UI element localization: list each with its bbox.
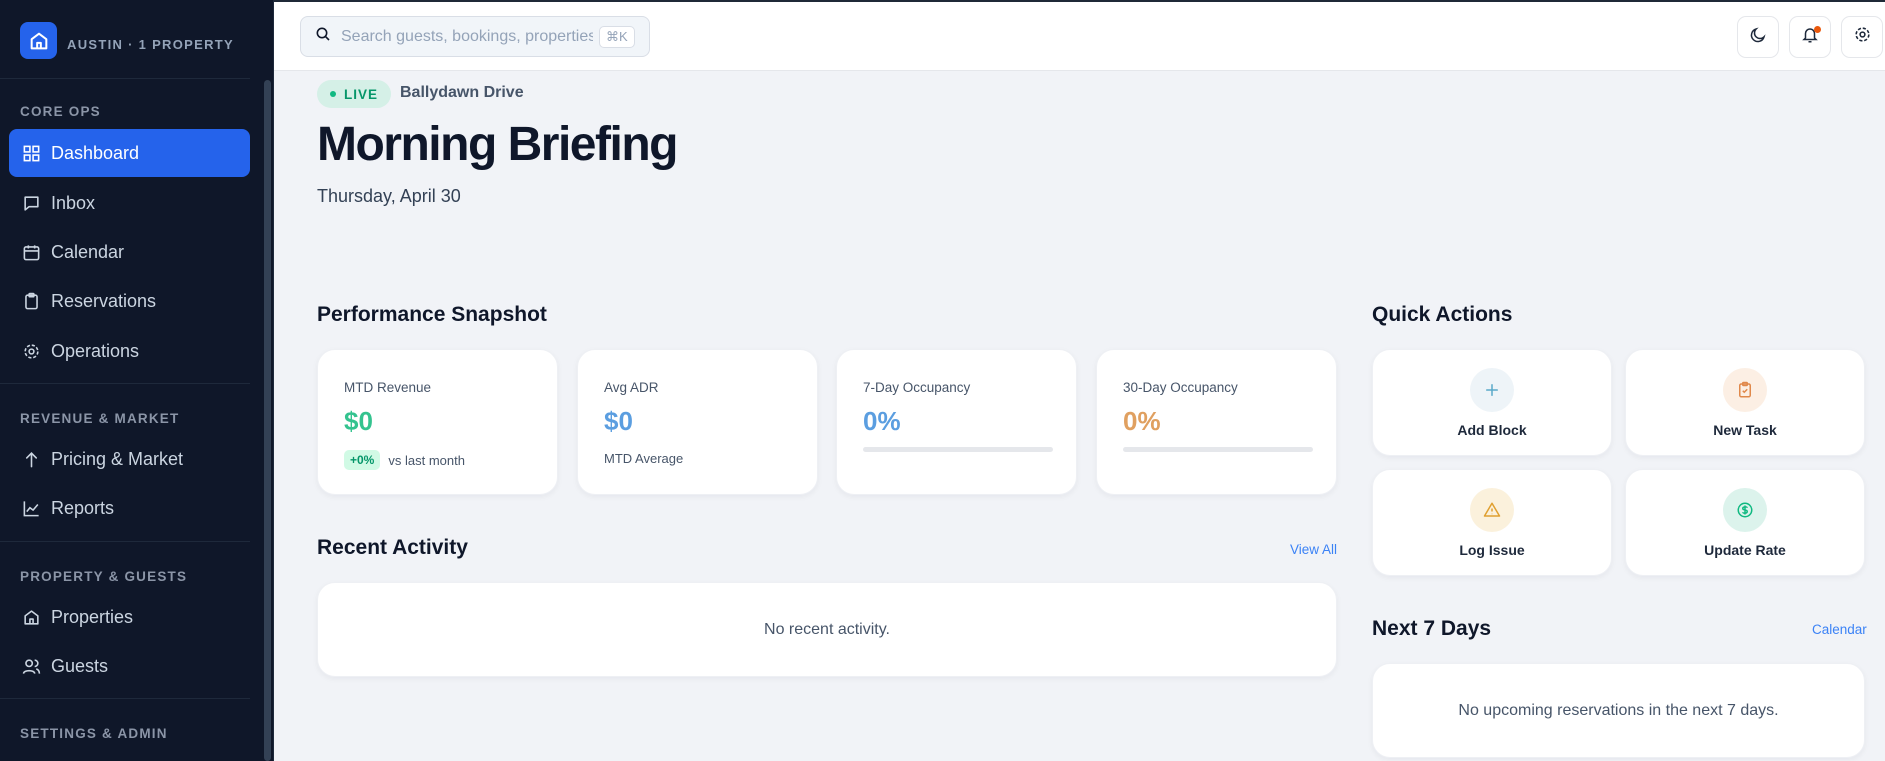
moon-icon [1749,26,1767,49]
users-icon [21,656,41,676]
sidebar-item-label: Inbox [51,192,96,213]
sidebar-item-reports[interactable]: Reports [9,484,250,532]
stat-card-7day-occupancy: 7-Day Occupancy 0% [836,349,1077,495]
empty-state: No recent activity. [764,621,890,638]
sidebar-item-calendar[interactable]: Calendar [9,228,250,276]
sidebar-scrollbar[interactable] [264,80,271,761]
divider [0,698,250,699]
stat-label: Avg ADR [604,380,659,395]
recent-activity-card: No recent activity. [317,582,1337,677]
gear-icon [21,341,41,361]
occupancy-progress-bar [1123,447,1313,452]
empty-state: No upcoming reservations in the next 7 d… [1458,702,1779,719]
sidebar-item-label: Pricing & Market [51,448,184,469]
theme-toggle-button[interactable] [1737,16,1779,58]
sidebar-item-dashboard[interactable]: Dashboard [9,129,250,177]
divider [0,541,250,542]
quick-action-label: Add Block [1457,422,1527,438]
quick-action-update-rate[interactable]: Update Rate [1625,469,1865,576]
line-chart-icon [21,498,41,518]
next-7-days-title: Next 7 Days [1372,617,1492,640]
stat-label: 7-Day Occupancy [863,380,971,395]
sidebar-item-label: Reports [51,497,115,518]
sidebar-item-label: Properties [51,606,134,627]
sidebar-item-label: Dashboard [51,142,140,163]
next-7-days-card: No upcoming reservations in the next 7 d… [1372,663,1865,758]
shortcut-hint: ⌘K [599,25,635,48]
stat-card-mtd-revenue: MTD Revenue $0 +0% vs last month [317,349,558,495]
live-label: LIVE [344,86,379,102]
quick-action-label: Log Issue [1459,542,1525,558]
stat-card-avg-adr: Avg ADR $0 MTD Average [577,349,818,495]
page-date: Thursday, April 30 [317,186,461,206]
stat-label: 30-Day Occupancy [1123,380,1238,395]
stat-sub: +0% vs last month [344,450,465,470]
sidebar-item-properties[interactable]: Properties [9,593,250,641]
brand-text: AUSTIN · 1 PROPERTY [67,37,234,52]
stat-card-30day-occupancy: 30-Day Occupancy 0% [1096,349,1337,495]
quick-action-label: Update Rate [1704,542,1786,558]
sidebar-item-label: Calendar [51,241,125,262]
recent-activity-title: Recent Activity [317,536,468,559]
occupancy-progress-bar [863,447,1053,452]
sidebar-item-label: Operations [51,340,140,361]
sidebar-item-label: Guests [51,655,109,676]
change-badge: +0% [344,450,381,470]
live-badge: LIVE [317,80,392,108]
stat-label: MTD Revenue [344,380,432,395]
quick-actions-title: Quick Actions [1372,303,1513,326]
stat-sub-text: vs last month [388,452,465,468]
search-icon [315,26,331,47]
arrow-up-icon [21,449,41,469]
topbar: ⌘K [274,0,1885,71]
search-box[interactable]: ⌘K [300,16,650,57]
plus-icon [1470,368,1514,412]
stat-value: 0% [863,406,901,436]
home-logo-icon [20,22,57,59]
warning-icon [1470,488,1514,532]
sidebar-item-operations[interactable]: Operations [9,327,250,375]
quick-action-label: New Task [1713,422,1777,438]
page-title: Morning Briefing [317,118,678,171]
performance-title: Performance Snapshot [317,303,547,326]
section-settings: SETTINGS & ADMIN [20,726,168,741]
grid-icon [21,143,41,163]
quick-action-log-issue[interactable]: Log Issue [1372,469,1612,576]
dollar-icon [1723,488,1767,532]
search-input[interactable] [341,27,593,46]
live-dot [330,91,336,97]
property-name: Ballydawn Drive [400,84,524,101]
sidebar-item-pricing[interactable]: Pricing & Market [9,435,250,483]
message-icon [21,193,41,213]
stat-value: 0% [1123,406,1161,436]
sidebar-item-guests[interactable]: Guests [9,642,250,690]
calendar-link[interactable]: Calendar [1812,622,1867,637]
view-all-link[interactable]: View All [1290,542,1337,557]
stat-value: $0 [344,406,373,436]
divider [0,78,250,79]
section-core-ops: CORE OPS [20,104,101,119]
section-property: PROPERTY & GUESTS [20,569,188,584]
section-revenue: REVENUE & MARKET [20,411,180,426]
notification-dot [1814,26,1821,33]
sidebar: AUSTIN · 1 PROPERTY CORE OPS Dashboard I… [0,0,274,761]
gear-icon [1853,25,1872,49]
sidebar-item-label: Reservations [51,290,157,311]
quick-action-add-block[interactable]: Add Block [1372,349,1612,456]
home-icon [21,607,41,627]
settings-button[interactable] [1841,16,1883,58]
brand[interactable]: AUSTIN · 1 PROPERTY [20,22,234,59]
stat-value: $0 [604,406,633,436]
sidebar-item-inbox[interactable]: Inbox [9,179,250,227]
sidebar-item-reservations[interactable]: Reservations [9,277,250,325]
stat-sub: MTD Average [604,451,684,466]
clipboard-check-icon [1723,368,1767,412]
notifications-button[interactable] [1789,16,1831,58]
divider [0,383,250,384]
clipboard-icon [21,291,41,311]
quick-action-new-task[interactable]: New Task [1625,349,1865,456]
calendar-icon [21,242,41,262]
